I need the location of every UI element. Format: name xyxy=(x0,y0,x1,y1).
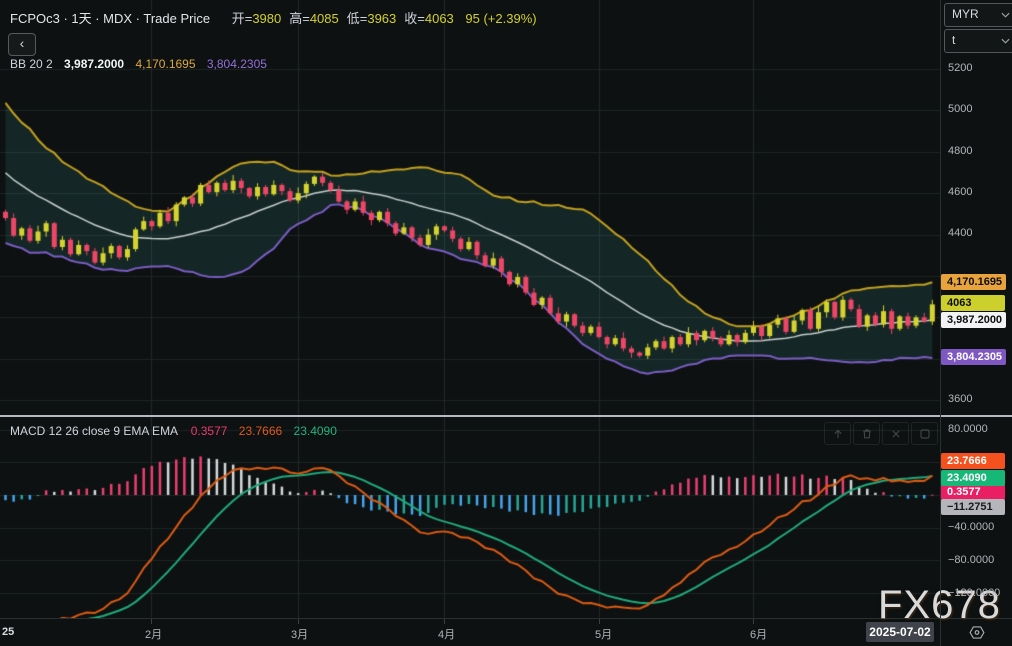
time-axis[interactable]: 2025-07-02 25 2月 3月 4月 5月 6月 xyxy=(0,619,1012,646)
time-axis-label: 5月 xyxy=(595,626,612,642)
maximize-pane-icon xyxy=(918,427,932,441)
macd-hist-axis-label: 0.3577 xyxy=(941,484,1005,500)
time-axis-tick xyxy=(151,619,152,624)
price-tick-label: 4800 xyxy=(948,145,972,157)
close-pane-button[interactable] xyxy=(882,422,909,445)
delete-pane-button[interactable] xyxy=(853,422,880,445)
price-tick-label: 4400 xyxy=(948,227,972,239)
price-axis-border xyxy=(940,0,941,618)
last-bar-date-label: 2025-07-02 xyxy=(866,622,934,642)
time-axis-label: 4月 xyxy=(438,626,455,642)
move-pane-up-button[interactable] xyxy=(824,422,851,445)
bb-lower-price-label: 3,804.2305 xyxy=(941,349,1006,365)
time-axis-tick xyxy=(599,619,600,624)
chevron-down-icon xyxy=(1001,38,1010,44)
trading-chart-app: FCPOc3 · 1天 · MDX · Trade Price 开=3980 高=… xyxy=(0,0,1012,646)
corner-border xyxy=(940,619,941,646)
ohlc-value: 4085 xyxy=(310,11,339,26)
ohlc-values: 开=3980 高=4085 低=3963 收=4063 xyxy=(224,11,454,26)
macd-line-axis-label: 23.7666 xyxy=(941,453,1005,469)
time-axis-tick xyxy=(444,619,445,624)
symbol-header: FCPOc3 · 1天 · MDX · Trade Price 开=3980 高=… xyxy=(10,8,537,27)
pane-divider-handle[interactable] xyxy=(0,415,1012,417)
bb-indicator-legend[interactable]: BB 20 2 3,987.2000 4,170.1695 3,804.2305 xyxy=(10,57,267,71)
macd-tick-label: −80.0000 xyxy=(948,554,994,566)
ohlc-value: 3963 xyxy=(367,11,396,26)
macd-indicator-legend[interactable]: MACD 12 26 close 9 EMA EMA 0.3577 23.766… xyxy=(10,424,337,438)
price-tick-label: 5000 xyxy=(948,103,972,115)
time-axis-label: 2月 xyxy=(145,626,162,642)
bb-legend-name: BB 20 2 xyxy=(10,57,53,71)
bb-basis-value: 3,987.2000 xyxy=(64,57,124,71)
bb-upper-value: 4,170.1695 xyxy=(135,57,195,71)
macd-hist-value: 0.3577 xyxy=(191,424,228,438)
ohlc-label: 收= xyxy=(404,11,425,26)
time-axis-tick xyxy=(298,619,299,624)
price-tick-label: 4600 xyxy=(948,186,972,198)
bb-upper-price-label: 4,170.1695 xyxy=(941,274,1006,290)
back-button[interactable]: ‹ xyxy=(8,33,36,56)
currency-dropdown-label: MYR xyxy=(952,7,979,21)
back-chevron-icon: ‹ xyxy=(20,35,25,51)
time-axis-label: 3月 xyxy=(291,626,308,642)
macd-tick-label: 80.0000 xyxy=(948,423,988,435)
symbol-title[interactable]: FCPOc3 · 1天 · MDX · Trade Price xyxy=(10,11,210,26)
unit-dropdown[interactable]: t xyxy=(944,29,1012,53)
last-price-label: 4063 xyxy=(941,295,1005,311)
ohlc-label: 开= xyxy=(232,11,253,26)
move-pane-up-icon xyxy=(831,427,845,441)
macd-tick-label: −40.0000 xyxy=(948,521,994,533)
ohlc-value: 4063 xyxy=(425,11,454,26)
macd-gray-axis-label: −11.2751 xyxy=(941,499,1005,515)
ohlc-label: 高= xyxy=(289,11,310,26)
ohlc-label: 低= xyxy=(347,11,368,26)
bb-basis-price-label: 3,987.2000 xyxy=(941,312,1006,328)
maximize-pane-button[interactable] xyxy=(911,422,938,445)
price-tick-label: 3600 xyxy=(948,393,972,405)
pane-controls-toolbar xyxy=(824,422,938,445)
macd-tick-label: −120.0000 xyxy=(948,587,1000,599)
change-value: 95 (+2.39%) xyxy=(465,11,536,26)
ohlc-value: 3980 xyxy=(252,11,281,26)
bb-lower-value: 3,804.2305 xyxy=(207,57,267,71)
time-axis-tick xyxy=(753,619,754,624)
close-pane-icon xyxy=(889,427,903,441)
macd-legend-name: MACD 12 26 close 9 EMA EMA xyxy=(10,424,177,438)
currency-dropdown[interactable]: MYR xyxy=(944,3,1012,27)
time-axis-label: 6月 xyxy=(750,626,767,642)
macd-pane-canvas[interactable] xyxy=(0,417,940,618)
chevron-down-icon xyxy=(1001,12,1010,18)
unit-dropdown-label: t xyxy=(952,33,955,47)
macd-line-value: 23.7666 xyxy=(239,424,282,438)
macd-signal-value: 23.4090 xyxy=(294,424,337,438)
price-tick-label: 5200 xyxy=(948,62,972,74)
macd-signal-axis-label: 23.4090 xyxy=(941,470,1005,486)
delete-pane-icon xyxy=(860,427,874,441)
price-axis[interactable]: MYR t 5200 5000 4800 4600 4400 3600 80.0000 −40… xyxy=(941,0,1012,618)
time-axis-label: 25 xyxy=(2,626,14,638)
